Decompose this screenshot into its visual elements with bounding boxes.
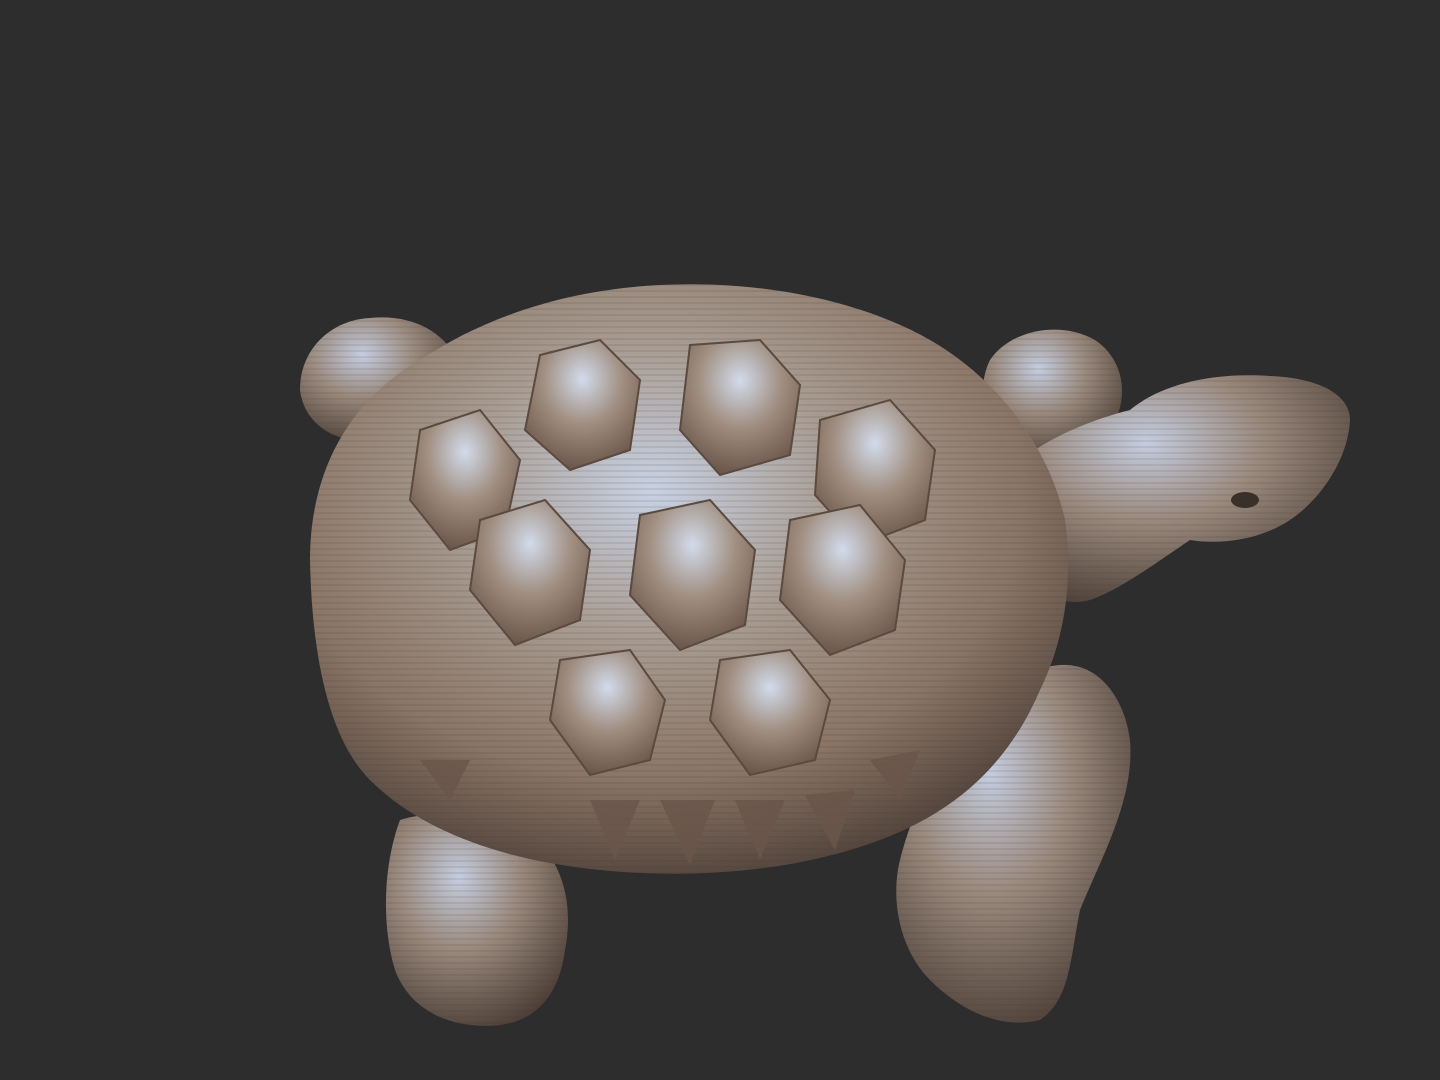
render-viewport: [0, 0, 1440, 1080]
eye-icon: [1231, 492, 1259, 508]
tortoise-shell: [310, 284, 1069, 874]
tortoise-model: [300, 284, 1350, 1026]
